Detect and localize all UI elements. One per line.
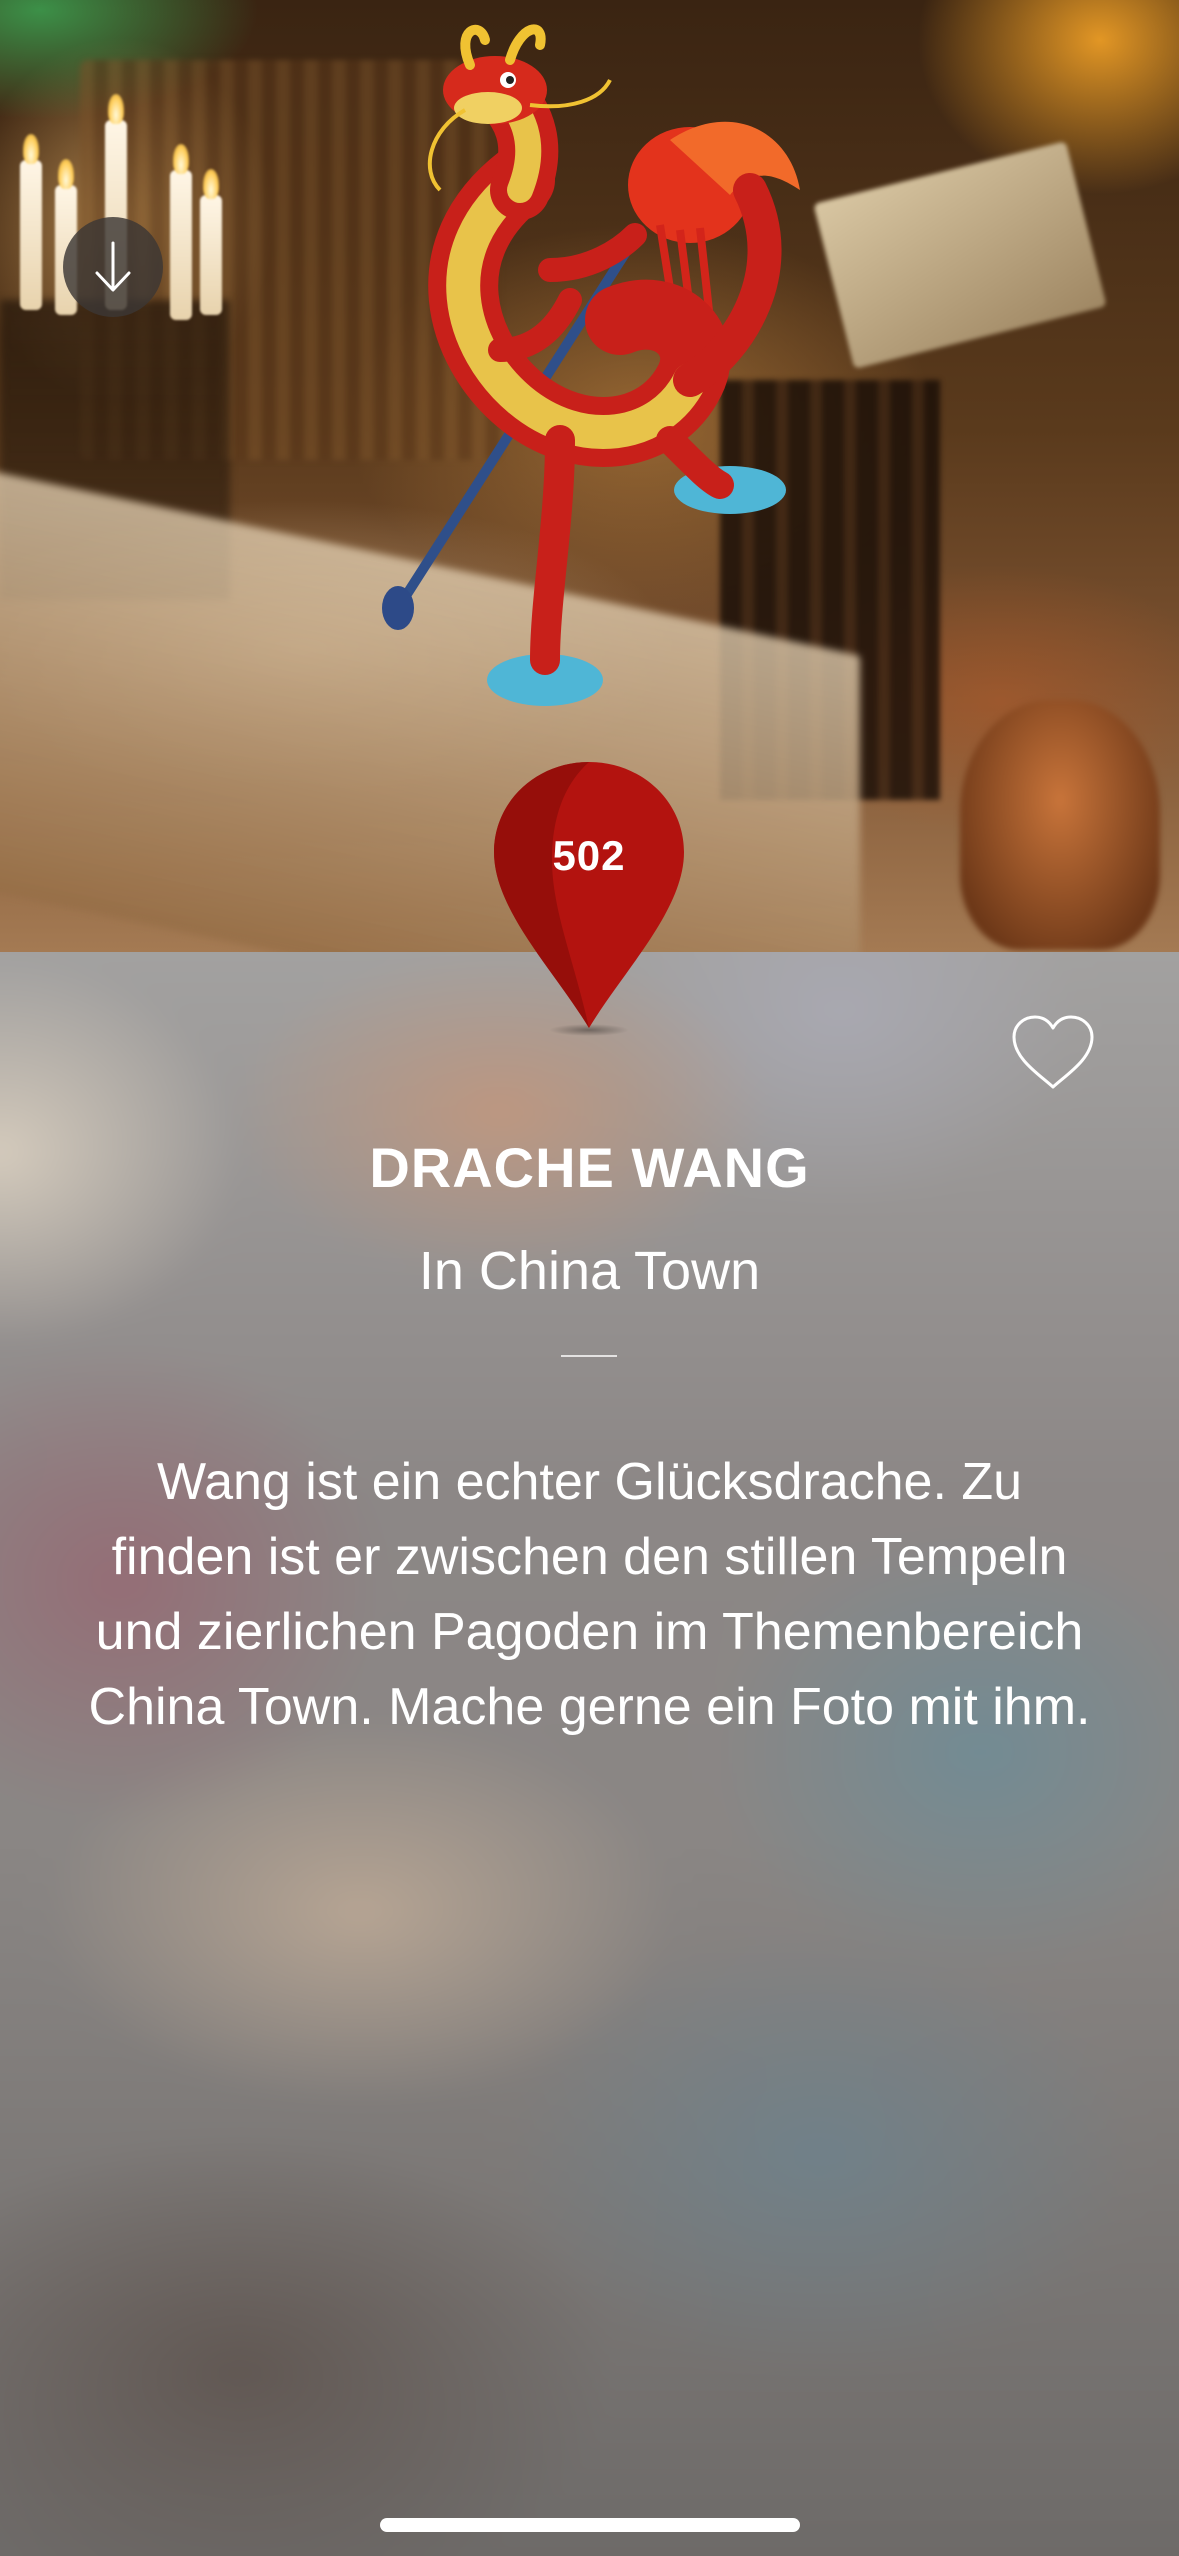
screen: 502 DRACHE WANG In China Town Wang ist e… [0,0,1179,2556]
arrow-down-icon [95,241,131,292]
poi-number: 502 [552,832,626,879]
poi-title: DRACHE WANG [369,1136,810,1199]
map-pin-icon: 502 [494,760,684,1036]
dragon-figure [382,24,800,706]
heart-outline-icon [1012,1015,1094,1089]
poi-subtitle: In China Town [418,1241,761,1301]
home-indicator[interactable] [380,2518,800,2532]
favorite-button[interactable] [1010,1013,1096,1093]
divider [561,1355,617,1357]
poi-description: Wang ist ein echter Glücksdrache. Zu fin… [88,1453,1091,1736]
download-button[interactable] [63,217,163,317]
